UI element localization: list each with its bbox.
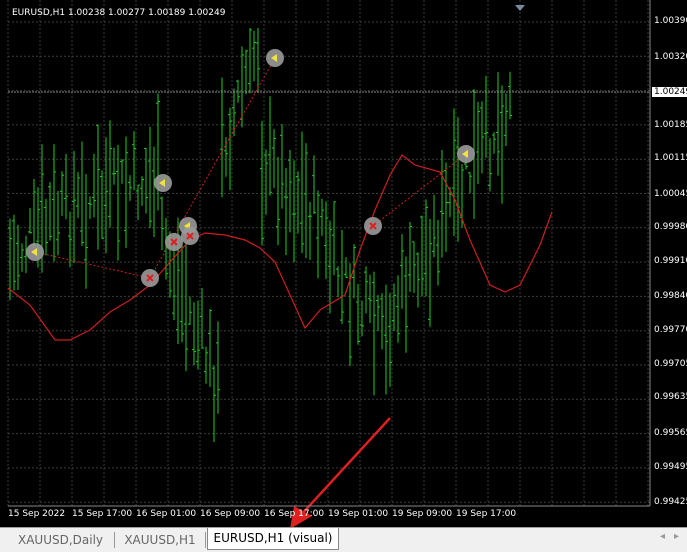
tab-xauusd-h1[interactable]: XAUUSD,H1	[115, 530, 205, 550]
price-label: 1.00185	[654, 120, 687, 130]
chart-header: EURUSD,H1 1.00238 1.00277 1.00189 1.0024…	[12, 8, 226, 18]
time-label: 15 Sep 2022	[8, 509, 66, 519]
chart-grid	[7, 0, 650, 506]
tab-eurusd-h1-visual[interactable]: EURUSD,H1 (visual)	[207, 528, 339, 550]
time-label: 15 Sep 17:00	[72, 509, 133, 519]
chart-tab-bar: XAUUSD,Daily XAUUSD,H1 EURUSD,H1 (visual…	[0, 527, 687, 552]
price-label: 1.00045	[654, 189, 687, 199]
chart-shift-marker	[515, 5, 525, 11]
time-label: 16 Sep 09:00	[200, 509, 261, 519]
annotation-arrow-shaft	[299, 417, 391, 517]
trade-line	[372, 153, 467, 227]
price-label: 1.00390	[654, 16, 687, 26]
price-label: 0.99910	[654, 256, 687, 266]
trade-line	[34, 57, 276, 279]
time-label: 16 Sep 17:00	[264, 509, 325, 519]
time-label: 19 Sep 09:00	[392, 509, 453, 519]
current-price-label: 1.00249	[652, 87, 687, 97]
price-label: 0.99425	[654, 497, 687, 507]
chart-window[interactable]: EURUSD,H1 1.00238 1.00277 1.00189 1.0024…	[0, 0, 687, 527]
price-chart[interactable]	[0, 0, 687, 527]
price-label: 0.99980	[654, 222, 687, 232]
scroll-left-icon[interactable]: ◂	[660, 531, 665, 542]
time-label: 16 Sep 01:00	[136, 509, 197, 519]
price-label: 0.99770	[654, 325, 687, 335]
price-label: 0.99565	[654, 428, 687, 438]
tab-xauusd-daily[interactable]: XAUUSD,Daily	[8, 530, 113, 550]
time-label: 19 Sep 01:00	[328, 509, 389, 519]
price-label: 0.99705	[654, 359, 687, 369]
time-label: 19 Sep 17:00	[456, 509, 517, 519]
scroll-right-icon[interactable]: ▸	[674, 531, 679, 542]
price-label: 0.99495	[654, 462, 687, 472]
tab-separator	[205, 532, 206, 548]
price-label: 1.00320	[654, 52, 687, 62]
price-label: 1.00115	[654, 153, 687, 163]
price-label: 0.99635	[654, 392, 687, 402]
price-label: 0.99840	[654, 291, 687, 301]
